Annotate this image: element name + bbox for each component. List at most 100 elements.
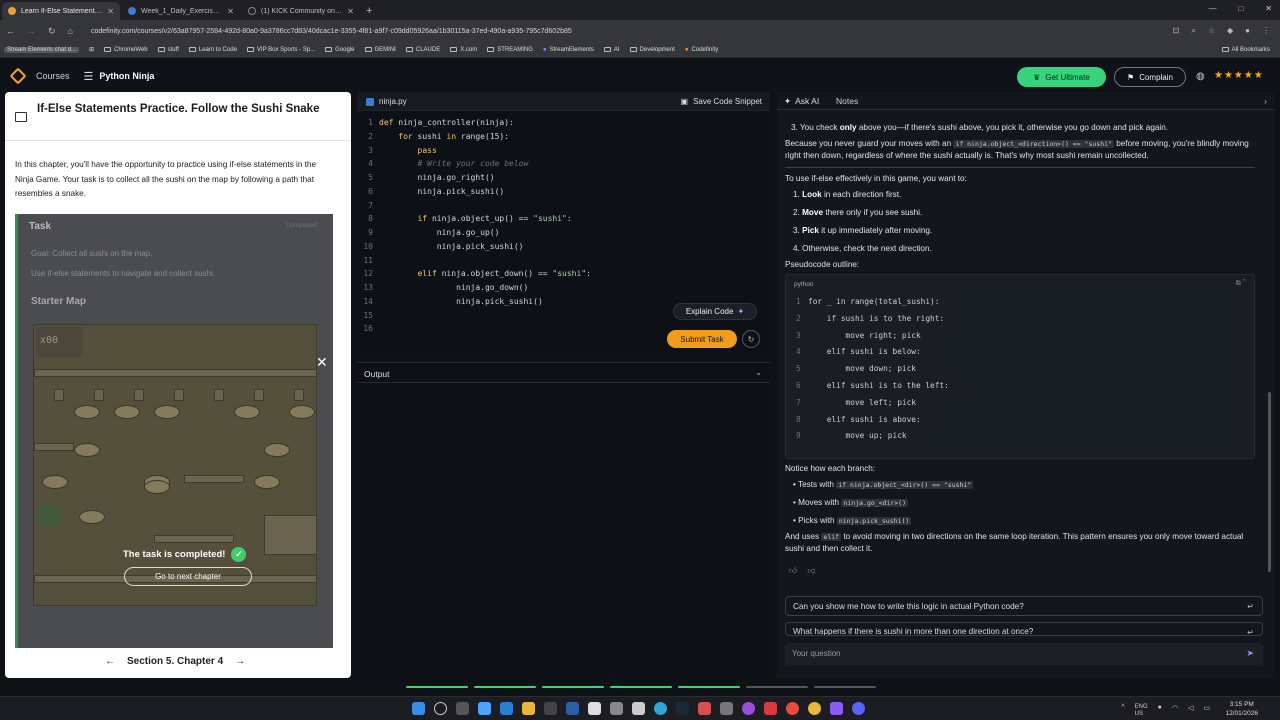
all-bookmarks[interactable]: All Bookmarks xyxy=(1221,47,1270,53)
app-icon[interactable] xyxy=(566,702,579,715)
browser-tab-1[interactable]: Learn If-Else Statements Practic... ✕ xyxy=(2,2,120,20)
save-code-snippet-button[interactable]: ▣ Save Code Snippet xyxy=(681,97,763,106)
battery-icon[interactable]: ▭ xyxy=(1203,704,1210,718)
bookmark-item[interactable]: X.com xyxy=(450,47,477,53)
code-line[interactable]: ninja.pick_sushi() xyxy=(379,185,505,199)
chevron-down-icon[interactable]: ⌄ xyxy=(755,368,762,377)
question-input[interactable]: Your question ➤ xyxy=(785,643,1263,665)
book-icon[interactable] xyxy=(15,112,27,122)
app-icon[interactable] xyxy=(588,702,601,715)
app-icon[interactable] xyxy=(830,702,843,715)
start-icon[interactable] xyxy=(412,702,425,715)
globe-icon[interactable]: ◍ xyxy=(1196,71,1205,82)
home-icon[interactable]: ⌂ xyxy=(68,26,73,36)
go-to-next-chapter-button[interactable]: Go to next chapter xyxy=(124,567,252,586)
thumbs-down-icon[interactable]: 👎︎ xyxy=(807,566,815,576)
maximize-icon[interactable]: □ xyxy=(1238,4,1243,13)
code-line[interactable]: ninja.go_down() xyxy=(379,281,528,295)
terminal-icon[interactable] xyxy=(544,702,557,715)
browser-tab-2[interactable]: Week_1_Daily_Exercise_Guide.d ✕ xyxy=(122,2,240,20)
reload-icon[interactable]: ↻ xyxy=(48,26,56,37)
prev-chapter-icon[interactable]: ← xyxy=(105,656,115,667)
code-line[interactable]: ninja.pick_sushi() xyxy=(379,295,543,309)
language-indicator[interactable]: ENG US xyxy=(1135,704,1148,718)
close-icon[interactable]: ✕ xyxy=(316,354,328,371)
code-line[interactable]: for sushi in range(15): xyxy=(379,130,509,144)
code-line[interactable]: elif ninja.object_down() == "sushi": xyxy=(379,267,591,281)
code-line[interactable]: # Write your code below xyxy=(379,157,529,171)
steam-icon[interactable] xyxy=(676,702,689,715)
code-line[interactable]: ninja.pick_sushi() xyxy=(379,240,524,254)
explain-code-button[interactable]: Explain Code ✦ xyxy=(673,303,757,320)
zoom-icon[interactable]: ⌕ xyxy=(1191,26,1195,36)
search-icon[interactable] xyxy=(434,702,447,715)
suggestion-1[interactable]: Can you show me how to write this logic … xyxy=(785,596,1263,616)
get-ultimate-button[interactable]: ♛ Get Ultimate xyxy=(1017,67,1106,87)
chevron-right-icon[interactable]: › xyxy=(1264,96,1267,106)
clock[interactable]: 3:15 PM 12/01/2026 xyxy=(1225,700,1258,718)
rating-stars[interactable]: ★★★★★ xyxy=(1214,70,1264,81)
bookmark-item[interactable]: STREAMING xyxy=(487,47,533,53)
close-window-icon[interactable]: ✕ xyxy=(1265,4,1272,13)
close-tab-icon[interactable]: ✕ xyxy=(107,7,114,16)
app-icon[interactable] xyxy=(786,702,799,715)
send-icon[interactable]: ➤ xyxy=(1246,648,1254,659)
code-line[interactable]: pass xyxy=(379,144,437,158)
suggestion-2[interactable]: What happens if there is sushi in more t… xyxy=(785,622,1263,636)
next-chapter-icon[interactable]: → xyxy=(235,656,245,667)
bookmark-item[interactable]: ● StreamElements xyxy=(543,47,594,53)
bookmark-item[interactable]: Development xyxy=(629,47,675,53)
menu-icon[interactable]: ⋮ xyxy=(1262,26,1270,36)
file-tab[interactable]: ninja.py xyxy=(366,97,407,106)
code-line[interactable]: ninja.go_right() xyxy=(379,171,495,185)
mic-icon[interactable]: ● xyxy=(1158,704,1162,718)
codefinity-logo-icon[interactable] xyxy=(9,67,27,85)
app-icon[interactable] xyxy=(720,702,733,715)
bookmark-item[interactable]: CLAUDE xyxy=(405,47,440,53)
copy-icon[interactable]: ⧉ ⌃ xyxy=(1236,280,1246,288)
chrome-icon[interactable] xyxy=(808,702,821,715)
close-tab-icon[interactable]: ✕ xyxy=(347,7,354,16)
app-icon[interactable] xyxy=(632,702,645,715)
bookmark-item[interactable]: GEMINI xyxy=(364,47,396,53)
complain-button[interactable]: ⚑ Complain xyxy=(1114,67,1186,87)
forward-icon[interactable]: → xyxy=(27,26,36,36)
app-icon[interactable] xyxy=(698,702,711,715)
minimize-icon[interactable]: — xyxy=(1208,4,1216,13)
extension-icon[interactable]: ◆ xyxy=(1227,26,1233,36)
browser-tab-3[interactable]: (1) KICK Community on X: "@p ✕ xyxy=(242,2,360,20)
submit-task-button[interactable]: Submit Task xyxy=(667,330,737,348)
bookmark-item[interactable]: VIP Box Sports - Sp... xyxy=(246,47,315,53)
new-tab-icon[interactable]: + xyxy=(366,5,372,17)
code-line[interactable]: if ninja.object_up() == "sushi": xyxy=(379,212,572,226)
bookmark-item[interactable]: ● Codefinity xyxy=(685,47,718,53)
apps-grid-icon[interactable]: ⊞ xyxy=(89,46,94,53)
chevron-up-icon[interactable]: ^ xyxy=(1121,704,1124,718)
code-line[interactable]: def ninja_controller(ninja): xyxy=(379,116,514,130)
back-icon[interactable]: ← xyxy=(6,26,15,36)
code-line[interactable]: ninja.go_up() xyxy=(379,226,500,240)
tab-notes[interactable]: Notes xyxy=(836,96,858,106)
bookmark-item[interactable]: Stream Elements chat d... xyxy=(4,46,80,53)
thumbs-up-icon[interactable]: 👍︎ xyxy=(789,566,797,576)
close-tab-icon[interactable]: ✕ xyxy=(227,7,234,16)
install-icon[interactable]: ⊡ xyxy=(1173,26,1180,36)
app-icon[interactable] xyxy=(610,702,623,715)
bookmark-item[interactable]: Learn to Code xyxy=(188,47,237,53)
bookmark-item[interactable]: AI xyxy=(603,47,620,53)
hamburger-icon[interactable]: ☰ xyxy=(84,70,94,83)
volume-icon[interactable]: ◁ xyxy=(1188,704,1193,718)
bookmark-item[interactable]: Google xyxy=(325,47,355,53)
bookmark-item[interactable]: stuff xyxy=(157,47,179,53)
bookmark-item[interactable]: ChromeWeb xyxy=(104,47,148,53)
wifi-icon[interactable]: ◠ xyxy=(1172,704,1178,718)
profile-icon[interactable]: ● xyxy=(1245,26,1250,36)
reset-icon[interactable]: ↻ xyxy=(742,330,760,348)
url-field[interactable]: codefinity.com/courses/v2/63a87957-2584-… xyxy=(91,28,572,35)
discord-icon[interactable] xyxy=(852,702,865,715)
edge-icon[interactable] xyxy=(654,702,667,715)
task-view-icon[interactable] xyxy=(456,702,469,715)
bookmark-star-icon[interactable]: ☆ xyxy=(1208,26,1215,36)
app-icon[interactable] xyxy=(742,702,755,715)
file-explorer-icon[interactable] xyxy=(522,702,535,715)
